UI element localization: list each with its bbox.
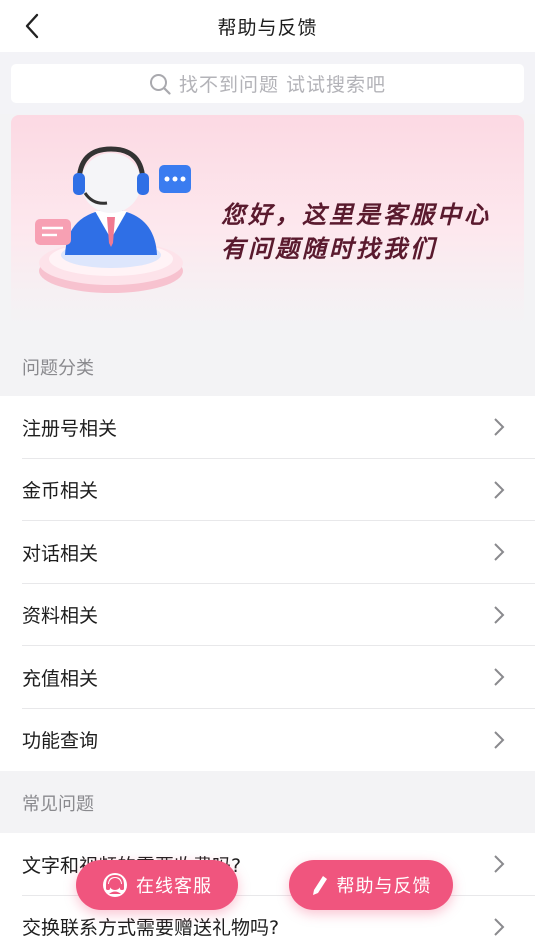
list-item-label: 资料相关	[22, 605, 99, 628]
category-list: 注册号相关 金币相关 对话相关 资料相关 充值相关 功能查询	[0, 396, 535, 771]
banner-subtitle: 有问题随时找我们	[221, 235, 437, 263]
category-item-chat[interactable]: 对话相关	[0, 521, 535, 584]
category-item-recharge[interactable]: 充值相关	[0, 646, 535, 709]
feedback-button[interactable]: 帮助与反馈	[289, 860, 453, 910]
chevron-right-icon	[494, 606, 505, 624]
category-item-profile[interactable]: 资料相关	[0, 584, 535, 647]
headset-icon	[102, 872, 128, 898]
back-arrow-icon	[25, 13, 39, 39]
chevron-right-icon	[494, 418, 505, 436]
customer-service-mascot-icon	[35, 146, 191, 293]
category-item-register[interactable]: 注册号相关	[0, 396, 535, 459]
list-item-label: 对话相关	[22, 542, 99, 565]
category-item-coins[interactable]: 金币相关	[0, 459, 535, 522]
online-service-button[interactable]: 在线客服	[76, 860, 238, 910]
search-area: 找不到问题 试试搜索吧	[0, 52, 535, 114]
page-title: 帮助与反馈	[217, 16, 318, 39]
search-input[interactable]: 找不到问题 试试搜索吧	[11, 64, 524, 103]
back-button[interactable]	[14, 10, 50, 42]
chevron-right-icon	[494, 918, 505, 936]
list-item-label: 功能查询	[22, 730, 99, 753]
list-item-label: 充值相关	[22, 667, 99, 690]
feedback-label: 帮助与反馈	[336, 876, 432, 897]
list-item-label: 注册号相关	[22, 417, 118, 440]
pencil-icon	[311, 874, 329, 896]
customer-service-banner: 您好，这里是客服中心 有问题随时找我们	[11, 115, 524, 325]
faq-section-title: 常见问题	[0, 774, 535, 832]
chevron-right-icon	[494, 855, 505, 873]
list-item-label: 金币相关	[22, 480, 99, 503]
faq-item[interactable]: 交换联系方式需要赠送礼物吗?	[0, 896, 535, 951]
category-section-title: 问题分类	[0, 338, 535, 396]
list-item-label: 交换联系方式需要赠送礼物吗?	[22, 917, 280, 940]
chevron-right-icon	[494, 668, 505, 686]
top-nav-bar: 帮助与反馈	[0, 0, 535, 52]
chevron-right-icon	[494, 731, 505, 749]
category-item-features[interactable]: 功能查询	[0, 709, 535, 772]
banner-greeting: 您好，这里是客服中心	[221, 201, 491, 229]
online-service-label: 在线客服	[136, 876, 212, 897]
search-icon	[149, 72, 173, 96]
chevron-right-icon	[494, 481, 505, 499]
search-placeholder: 找不到问题 试试搜索吧	[178, 74, 387, 96]
chevron-right-icon	[494, 543, 505, 561]
